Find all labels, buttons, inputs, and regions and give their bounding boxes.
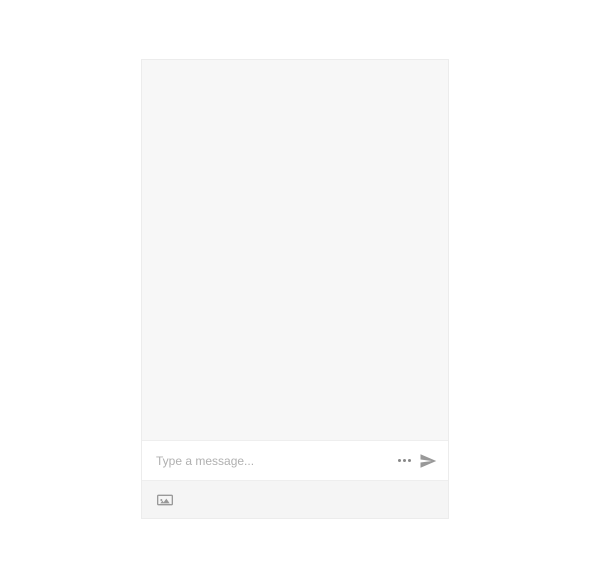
input-bar: [142, 440, 448, 480]
more-options-button[interactable]: [394, 451, 414, 471]
more-icon: [398, 459, 411, 462]
chat-panel: [141, 59, 449, 519]
image-icon: [157, 493, 173, 507]
message-input[interactable]: [156, 454, 394, 468]
send-button[interactable]: [418, 451, 438, 471]
messages-area: [142, 60, 448, 440]
attachment-bar: [142, 480, 448, 518]
image-attachment-button[interactable]: [156, 491, 174, 509]
send-icon: [419, 452, 437, 470]
